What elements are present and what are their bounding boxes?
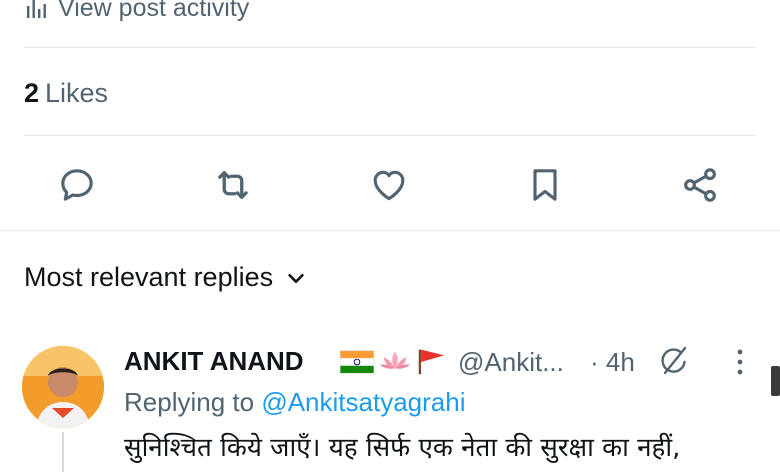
bookmark-button[interactable] [523, 163, 567, 207]
replies-sort-dropdown[interactable]: Most relevant replies [24, 262, 307, 293]
more-options-icon[interactable] [728, 344, 752, 380]
divider [24, 135, 756, 136]
view-post-activity-link[interactable]: View post activity [24, 0, 249, 24]
replies-sort-label: Most relevant replies [24, 262, 274, 292]
heart-icon [373, 170, 405, 201]
lotus-icon [379, 351, 411, 369]
divider [0, 230, 780, 231]
view-post-activity-label: View post activity [58, 0, 250, 22]
three-dots-icon [737, 349, 743, 375]
replying-to-prefix: Replying to [124, 387, 262, 417]
avatar[interactable] [22, 346, 104, 428]
repost-icon [218, 171, 248, 199]
thread-line [62, 432, 64, 472]
likes-count[interactable]: 2 Likes [24, 78, 108, 109]
share-icon [684, 168, 716, 202]
scrollbar-thumb[interactable] [771, 366, 780, 396]
replying-to-line: Replying to @Ankitsatyagrahi [124, 387, 465, 418]
divider [24, 47, 756, 48]
likes-number: 2 [24, 78, 40, 108]
grok-icon[interactable] [656, 343, 692, 379]
chevron-down-icon [288, 273, 304, 283]
bookmark-icon [533, 169, 557, 201]
like-button[interactable] [367, 163, 411, 207]
reply-icon [61, 169, 93, 201]
avatar-image [22, 346, 104, 428]
bar-chart-icon [27, 0, 46, 18]
reply-button[interactable] [55, 163, 99, 207]
replying-to-handle-link[interactable]: @Ankitsatyagrahi [261, 387, 465, 417]
likes-label: Likes [45, 78, 109, 108]
share-button[interactable] [678, 163, 722, 207]
triangular-flag-icon [418, 349, 445, 375]
reply-text: सुनिश्चित किये जाएँ। यह सिर्फ एक नेता की… [124, 433, 681, 463]
author-name[interactable]: ANKIT ANAND [124, 346, 304, 377]
reply-timestamp[interactable]: · 4h [590, 347, 635, 378]
repost-button[interactable] [211, 163, 255, 207]
india-flag-icon [340, 350, 374, 374]
author-handle[interactable]: @Ankit... [458, 347, 564, 378]
